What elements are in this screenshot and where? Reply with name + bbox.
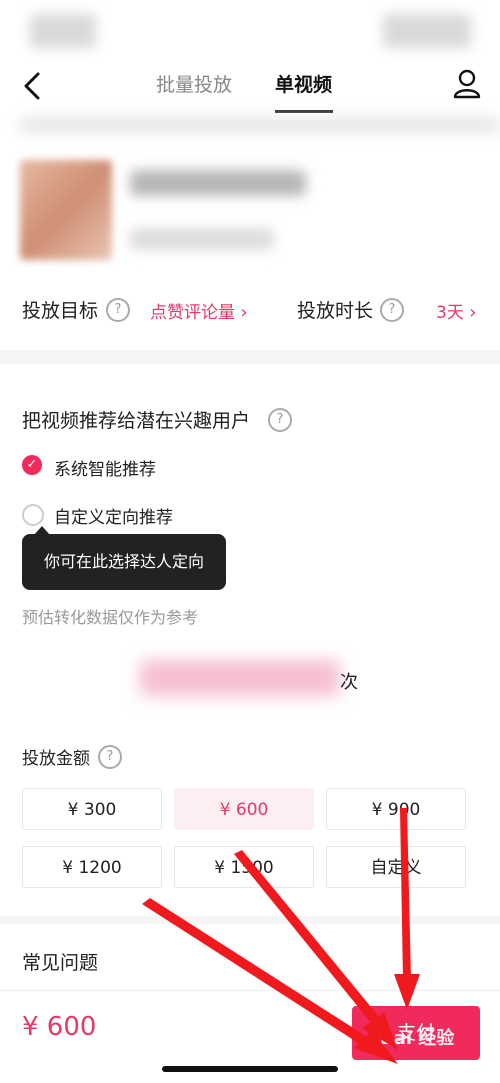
goal-value[interactable]: 点赞评论量 › bbox=[150, 298, 248, 323]
estimate-hint: 预估转化数据仅作为参考 bbox=[22, 608, 199, 627]
help-icon[interactable]: ? bbox=[380, 298, 404, 322]
amount-option-custom[interactable]: 自定义 bbox=[326, 846, 466, 888]
user-icon bbox=[453, 69, 481, 99]
video-title-blurred bbox=[130, 170, 306, 196]
help-icon[interactable]: ? bbox=[98, 745, 122, 769]
tab-single-video[interactable]: 单视频 bbox=[275, 70, 332, 100]
section-divider bbox=[0, 350, 500, 364]
goal-label: 投放目标 bbox=[22, 300, 99, 322]
amount-option-1500[interactable]: ¥ 1500 bbox=[174, 846, 314, 888]
section-divider bbox=[0, 916, 500, 924]
help-icon[interactable]: ? bbox=[268, 408, 292, 432]
total-price: ¥ 600 bbox=[22, 1012, 97, 1042]
duration-value[interactable]: 3天 › bbox=[436, 298, 476, 323]
estimate-unit: 次 bbox=[340, 672, 358, 693]
radio-custom[interactable] bbox=[22, 504, 44, 526]
budget-title: 投放金额 bbox=[22, 749, 90, 769]
chevron-left-icon bbox=[24, 72, 40, 100]
active-tab-indicator bbox=[275, 110, 333, 113]
estimate-value-blurred bbox=[140, 660, 340, 696]
help-icon[interactable]: ? bbox=[106, 298, 130, 322]
profile-button[interactable] bbox=[452, 68, 482, 100]
amount-option-1200[interactable]: ¥ 1200 bbox=[22, 846, 162, 888]
amount-option-300[interactable]: ¥ 300 bbox=[22, 788, 162, 830]
watermark: Bai 经验 bbox=[380, 1028, 455, 1049]
back-button[interactable] bbox=[18, 70, 50, 102]
amount-option-600[interactable]: ¥ 600 bbox=[174, 788, 314, 830]
status-bar-right bbox=[383, 14, 471, 48]
duration-value-text: 3天 bbox=[436, 303, 464, 323]
duration-label: 投放时长 bbox=[297, 300, 374, 322]
arrow-3 bbox=[400, 808, 411, 980]
targeting-title: 把视频推荐给潜在兴趣用户 bbox=[22, 410, 251, 432]
chevron-right-icon: › bbox=[240, 302, 248, 323]
status-bar-left bbox=[30, 14, 96, 48]
radio-smart-checked[interactable]: ✓ bbox=[22, 455, 42, 475]
amount-option-900[interactable]: ¥ 900 bbox=[326, 788, 466, 830]
video-meta-blurred bbox=[130, 228, 274, 250]
faq-title[interactable]: 常见问题 bbox=[22, 948, 98, 975]
option-smart-label[interactable]: 系统智能推荐 bbox=[54, 455, 156, 480]
goal-value-text: 点赞评论量 bbox=[150, 303, 235, 323]
tab-batch[interactable]: 批量投放 bbox=[156, 70, 232, 100]
tooltip: 你可在此选择达人定向 bbox=[22, 534, 226, 590]
home-indicator bbox=[162, 1066, 338, 1072]
option-custom-label[interactable]: 自定义定向推荐 bbox=[54, 503, 173, 528]
chevron-right-icon: › bbox=[469, 302, 477, 323]
blurred-content bbox=[20, 118, 500, 132]
video-thumbnail bbox=[20, 160, 112, 260]
